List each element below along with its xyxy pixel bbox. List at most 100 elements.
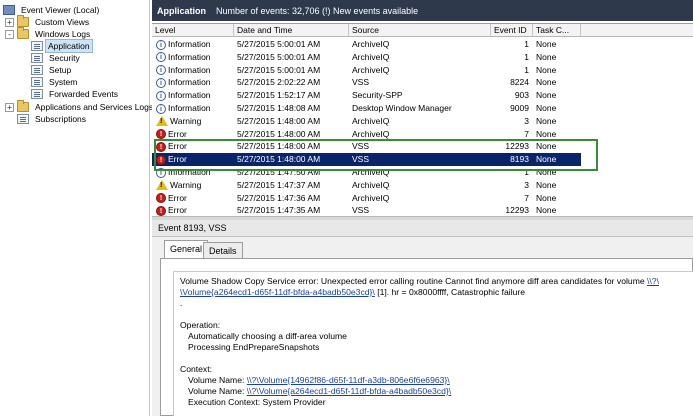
event-row[interactable]: Warning 5/27/2015 1:47:37 AM ArchiveIQ 3 Non…	[152, 179, 581, 192]
volume-link[interactable]: \\?\Volume{14962f86-d65f-11df-a3db-806e6…	[247, 375, 450, 385]
cell-source: Desktop Window Manager	[352, 103, 452, 113]
cell-source: VSS	[352, 205, 370, 216]
error-code-text: [1]. hr = 0x8000ffff, Catastrophic failu…	[377, 287, 526, 297]
cell-task-category: None	[536, 167, 557, 177]
cell-date-time: 5/27/2015 1:47:37 AM	[237, 179, 321, 190]
column-level[interactable]: Level	[152, 24, 234, 37]
event-row[interactable]: Warning 5/27/2015 1:48:00 AM ArchiveIQ 3 Non…	[152, 115, 581, 128]
cell-source: VSS	[352, 77, 370, 88]
cell-event-id: 8224	[510, 77, 529, 88]
cell-task-category: None	[536, 77, 557, 88]
cell-event-id: 7	[524, 128, 529, 139]
level-text: Information	[168, 64, 211, 75]
tree-item-label: Forwarded Events	[49, 89, 118, 99]
cell-level: ! Error	[156, 140, 234, 153]
event-row[interactable]: i Information 5/27/2015 5:00:01 AM ArchiveI…	[152, 38, 581, 51]
cell-source: ArchiveIQ	[352, 128, 390, 139]
information-icon: i	[156, 103, 166, 114]
cell-task-category: None	[536, 141, 557, 152]
events-list: Level Date and Time Source Event ID Task…	[152, 23, 693, 216]
error-icon: !	[156, 141, 166, 152]
log-icon	[31, 65, 43, 75]
column-event-id[interactable]: Event ID	[491, 24, 533, 37]
level-text: Error	[168, 205, 187, 216]
cell-date-time: 5/27/2015 1:47:35 AM	[237, 205, 321, 216]
information-icon: i	[156, 39, 166, 50]
event-row[interactable]: i Information 5/27/2015 1:52:17 AM Security…	[152, 89, 581, 102]
cell-source: ArchiveIQ	[352, 167, 390, 177]
collapse-icon[interactable]: -	[5, 29, 14, 39]
folder-icon	[17, 27, 29, 39]
event-row[interactable]: i Information 5/27/2015 5:00:01 AM ArchiveI…	[152, 64, 581, 77]
event-row[interactable]: ! Error 5/27/2015 1:47:35 AM VSS 12293 None	[152, 204, 581, 216]
cell-date-time: 5/27/2015 1:47:36 AM	[237, 192, 321, 203]
cell-level: i Information	[156, 64, 234, 77]
event-row[interactable]: i Information 5/27/2015 1:48:08 AM Desktop …	[152, 102, 581, 115]
volume-link-part[interactable]: \\?\	[647, 276, 659, 286]
information-icon: i	[156, 90, 166, 101]
information-icon: i	[156, 77, 166, 88]
cell-date-time: 5/27/2015 1:48:08 AM	[237, 103, 321, 113]
cell-source: VSS	[352, 141, 370, 152]
information-icon: i	[156, 167, 166, 178]
level-text: Error	[168, 128, 187, 139]
level-text: Information	[168, 77, 211, 88]
cell-source: ArchiveIQ	[352, 39, 390, 49]
column-header: Level Date and Time Source Event ID Task…	[152, 24, 693, 37]
event-row[interactable]: i Information 5/27/2015 5:00:01 AM ArchiveI…	[152, 51, 581, 64]
navigation-tree: Event Viewer (Local) + Custom Views - Wi…	[0, 0, 153, 416]
context-volume-1: Volume Name: \\?\Volume{14962f86-d65f-11…	[180, 375, 688, 386]
event-row[interactable]: i Information 5/27/2015 2:02:22 AM VSS 8224 N…	[152, 76, 581, 89]
volume-link[interactable]: \\?\Volume{a264ecd1-d65f-11df-bfda-a4bad…	[247, 386, 451, 396]
subscription-icon	[17, 114, 29, 124]
cell-source: VSS	[352, 154, 370, 165]
cell-date-time: 5/27/2015 1:48:00 AM	[237, 141, 321, 152]
cell-event-id: 1	[524, 64, 529, 75]
cell-event-id: 1	[524, 167, 529, 177]
execution-context: Execution Context: System Provider	[188, 397, 326, 407]
tab-general[interactable]: General	[164, 240, 209, 259]
volume-link[interactable]: \Volume{a264ecd1-d65f-11df-bfda-a4badb50…	[180, 287, 375, 297]
level-text: Information	[168, 167, 211, 177]
log-icon	[31, 53, 43, 63]
cell-date-time: 5/27/2015 1:48:00 AM	[237, 115, 321, 126]
event-row[interactable]: ! Error 5/27/2015 1:47:36 AM ArchiveIQ 7 None	[152, 192, 581, 205]
cell-level: ! Error	[156, 192, 234, 205]
tree-item-subscriptions[interactable]: Subscriptions	[17, 113, 90, 125]
cell-level: Warning	[156, 179, 234, 192]
log-header: Application Number of events: 32,706 (!)…	[152, 0, 693, 21]
cell-date-time: 5/27/2015 1:52:17 AM	[237, 90, 321, 101]
cell-event-id: 3	[524, 179, 529, 190]
expand-icon[interactable]: +	[5, 17, 14, 27]
tab-details[interactable]: Details	[203, 242, 243, 259]
column-source[interactable]: Source	[349, 24, 491, 37]
cell-event-id: 12293	[505, 205, 529, 216]
event-description[interactable]: Volume Shadow Copy Service error: Unexpe…	[173, 271, 693, 416]
cell-date-time: 5/27/2015 2:02:22 AM	[237, 77, 321, 88]
column-date-time[interactable]: Date and Time	[234, 24, 349, 37]
level-text: Information	[168, 103, 211, 113]
level-text: Error	[168, 192, 187, 203]
level-text: Error	[168, 141, 187, 152]
expand-icon[interactable]: +	[5, 102, 14, 112]
cell-source: ArchiveIQ	[352, 115, 390, 126]
operation-line: Automatically choosing a diff-area volum…	[188, 331, 347, 341]
cell-source: ArchiveIQ	[352, 51, 390, 62]
column-task-category[interactable]: Task C...	[533, 24, 581, 37]
cell-task-category: None	[536, 192, 557, 203]
event-row[interactable]: ! Error 5/27/2015 1:48:00 AM ArchiveIQ 7 None	[152, 128, 581, 141]
cell-level: ! Error	[156, 128, 234, 141]
cell-task-category: None	[536, 128, 557, 139]
event-row[interactable]: ! Error 5/27/2015 1:48:00 AM VSS 12293 None	[152, 140, 581, 153]
information-icon: i	[156, 65, 166, 76]
level-text: Error	[168, 154, 187, 165]
cell-source: ArchiveIQ	[352, 179, 390, 190]
cell-event-id: 8193	[510, 154, 529, 165]
warning-icon	[156, 180, 168, 191]
event-row[interactable]: ! Error 5/27/2015 1:48:00 AM VSS 8193 None	[152, 153, 581, 167]
tree-item-forwarded-events[interactable]: Forwarded Events	[31, 88, 122, 100]
context-volume-2: Volume Name: \\?\Volume{a264ecd1-d65f-11…	[180, 386, 688, 397]
event-row[interactable]: i Information 5/27/2015 1:47:50 AM ArchiveI…	[152, 166, 581, 179]
event-count: Number of events: 32,706 (!) New events …	[216, 5, 419, 16]
context-label: Context:	[180, 364, 213, 374]
